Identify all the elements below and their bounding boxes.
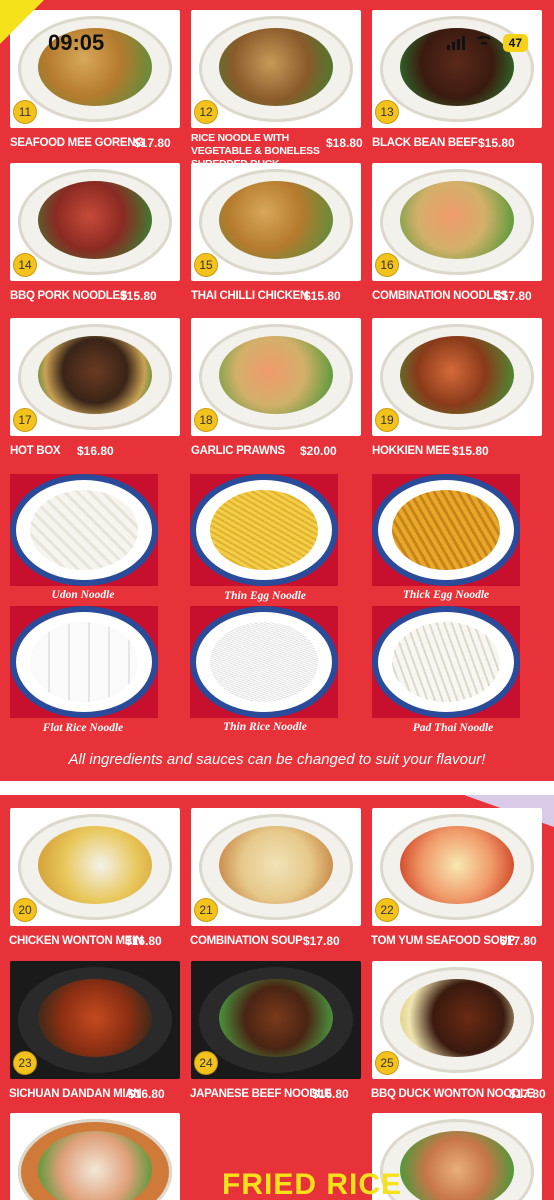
noodle-type-udon[interactable] — [10, 474, 158, 586]
dish-photo: 23 — [10, 961, 180, 1079]
dish-price: $16.80 — [312, 1087, 349, 1101]
fried-rice-heading: FRIED RICE — [222, 1168, 403, 1200]
page-divider — [0, 781, 554, 795]
dish-number-badge: 12 — [194, 100, 218, 124]
dish-number-badge: 11 — [13, 100, 37, 124]
dish-price: $15.80 — [304, 289, 341, 303]
dish-number-badge: 20 — [13, 898, 37, 922]
dish-photo: 17 — [10, 318, 180, 436]
dish-price: $15.80 — [478, 136, 515, 150]
noodle-type-pad-thai[interactable] — [372, 606, 520, 718]
dish-name: GARLIC PRAWNS — [191, 445, 285, 457]
dish-name: TOM YUM SEAFOOD SOUP — [371, 935, 515, 947]
dish-name: CHICKEN WONTON MEIN — [9, 935, 144, 947]
noodle-caption: Udon Noodle — [51, 589, 115, 601]
dish-number-badge: 14 — [13, 253, 37, 277]
dish-number-badge: 22 — [375, 898, 399, 922]
dish-photo: 12 — [191, 10, 361, 128]
noodle-type-thin-egg[interactable] — [190, 474, 338, 586]
noodle-caption: Thin Rice Noodle — [223, 721, 307, 733]
dish-price: $17.80 — [303, 934, 340, 948]
dish-photo — [10, 1113, 180, 1200]
dish-name: SICHUAN DANDAN MIAN — [9, 1088, 142, 1100]
dish-price: $20.00 — [300, 444, 337, 458]
dish-number-badge: 17 — [13, 408, 37, 432]
noodle-caption: Pad Thai Noodle — [412, 722, 494, 734]
soup-noodles-menu-section: 20 CHICKEN WONTON MEIN $16.80 21 COMBINA… — [0, 795, 554, 1200]
noodle-type-flat-rice[interactable] — [10, 606, 158, 718]
dish-price: $18.80 — [326, 136, 363, 150]
noodle-caption: Flat Rice Noodle — [42, 722, 124, 734]
customization-note: All ingredients and sauces can be change… — [68, 751, 486, 768]
noodle-type-thick-egg[interactable] — [372, 474, 520, 586]
dish-number-badge: 13 — [375, 100, 399, 124]
dish-name: COMBINATION SOUP — [190, 935, 303, 947]
dish-number-badge: 24 — [194, 1051, 218, 1075]
dish-name: COMBINATION NOODLES — [372, 290, 508, 302]
dish-price: $15.80 — [452, 444, 489, 458]
dish-price: $17.80 — [495, 289, 532, 303]
dish-photo: 19 — [372, 318, 542, 436]
dish-name: BLACK BEAN BEEF — [372, 137, 478, 149]
dish-photo: 20 — [10, 808, 180, 926]
dish-number-badge: 18 — [194, 408, 218, 432]
dish-price: $16.80 — [125, 934, 162, 948]
dish-number-badge: 25 — [375, 1051, 399, 1075]
dish-photo: 24 — [191, 961, 361, 1079]
dish-number-badge: 15 — [194, 253, 218, 277]
dish-photo: 18 — [191, 318, 361, 436]
noodle-caption: Thick Egg Noodle — [402, 589, 490, 601]
dish-price: $17.80 — [134, 136, 171, 150]
dish-photo: 13 — [372, 10, 542, 128]
dish-name: THAI CHILLI CHICKEN — [191, 290, 308, 302]
dish-price: $17.80 — [500, 934, 537, 948]
dish-photo: 21 — [191, 808, 361, 926]
dish-photo: 25 — [372, 961, 542, 1079]
dish-number-badge: 23 — [13, 1051, 37, 1075]
dish-name: HOKKIEN MEE — [372, 445, 450, 457]
noodle-type-thin-rice[interactable] — [190, 606, 338, 718]
dish-photo: 15 — [191, 163, 361, 281]
dish-photo: 11 — [10, 10, 180, 128]
dish-number-badge: 16 — [375, 253, 399, 277]
dish-name: SEAFOOD MEE GORENG — [10, 137, 144, 149]
dish-name: BBQ PORK NOODLES — [10, 290, 128, 302]
dish-photo: 22 — [372, 808, 542, 926]
noodles-menu-section: 11 SEAFOOD MEE GORENG $17.80 12 RICE NOO… — [0, 0, 554, 781]
dish-name: JAPANESE BEEF NOODLE — [190, 1088, 332, 1100]
dish-number-badge: 19 — [375, 408, 399, 432]
dish-name: HOT BOX — [10, 445, 61, 457]
dish-number-badge: 21 — [194, 898, 218, 922]
dish-price: $17.80 — [509, 1087, 546, 1101]
dish-photo: 14 — [10, 163, 180, 281]
noodle-caption: Thin Egg Noodle — [224, 590, 306, 602]
dish-photo: 16 — [372, 163, 542, 281]
dish-price: $16.80 — [77, 444, 114, 458]
dish-price: $16.80 — [128, 1087, 165, 1101]
dish-price: $15.80 — [120, 289, 157, 303]
